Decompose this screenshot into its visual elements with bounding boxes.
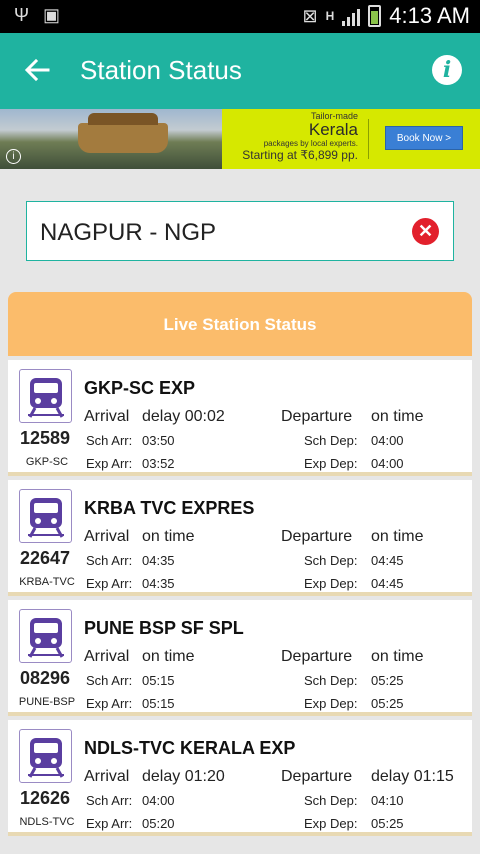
departure-status: delay 01:15	[371, 768, 454, 785]
info-button[interactable]: i	[432, 55, 462, 85]
page-title: Station Status	[80, 55, 242, 85]
exp-dep-time: 05:25	[371, 696, 404, 711]
arrival-label: Arrival	[84, 408, 130, 425]
ad-text: Tailor-made Kerala packages by local exp…	[228, 111, 358, 162]
train-route-code: GKP-SC	[25, 456, 69, 468]
departure-label: Departure	[281, 408, 353, 425]
network-type-icon: H	[325, 9, 335, 23]
info-icon: i	[442, 57, 452, 83]
train-card[interactable]: 22647 KRBA-TVC KRBA TVC EXPRES Arrival o…	[8, 480, 472, 596]
arrival-status: delay 01:20	[142, 768, 225, 785]
sch-dep-time: 05:25	[371, 673, 404, 688]
train-icon	[19, 489, 72, 543]
back-button[interactable]	[22, 55, 54, 87]
image-icon: ▣	[43, 5, 61, 25]
close-circle-icon: ✕	[417, 221, 434, 241]
train-route-code: NDLS-TVC	[19, 816, 75, 828]
exp-arr-label: Exp Arr:	[86, 456, 133, 471]
exp-dep-time: 04:00	[371, 456, 404, 471]
arrival-label: Arrival	[84, 768, 130, 785]
train-card[interactable]: 12589 GKP-SC GKP-SC EXP Arrival delay 00…	[8, 360, 472, 476]
arrival-status: delay 00:02	[142, 408, 225, 425]
ad-banner[interactable]: i Tailor-made Kerala packages by local e…	[0, 109, 480, 169]
train-icon	[19, 729, 72, 783]
departure-label: Departure	[281, 528, 353, 545]
clock: 4:13 AM	[389, 3, 470, 28]
exp-arr-time: 03:52	[142, 456, 175, 471]
arrow-left-icon	[24, 58, 50, 82]
ad-title: Kerala	[308, 120, 358, 139]
sch-arr-time: 04:00	[142, 793, 175, 808]
train-card[interactable]: 12626 NDLS-TVC NDLS-TVC KERALA EXP Arriv…	[8, 720, 472, 836]
exp-dep-label: Exp Dep:	[304, 576, 358, 591]
ad-divider	[368, 119, 369, 159]
sch-dep-time: 04:45	[371, 553, 404, 568]
ad-subtitle: packages by local experts.	[263, 139, 358, 148]
live-status-header: Live Station Status	[8, 292, 472, 356]
houseboat-image	[78, 113, 168, 153]
app-bar: Station Status i	[0, 33, 480, 109]
train-number: 12589	[20, 428, 71, 448]
departure-status: on time	[371, 528, 424, 545]
exp-arr-label: Exp Arr:	[86, 816, 133, 831]
arrival-label: Arrival	[84, 648, 130, 665]
train-name: NDLS-TVC KERALA EXP	[84, 738, 296, 758]
no-sim-icon: ⊠	[302, 5, 318, 26]
exp-arr-time: 04:35	[142, 576, 175, 591]
sch-dep-label: Sch Dep:	[304, 433, 358, 448]
book-now-button[interactable]: Book Now >	[385, 126, 463, 150]
exp-dep-time: 05:25	[371, 816, 404, 831]
train-route-code: KRBA-TVC	[19, 576, 75, 588]
station-search-field[interactable]: NAGPUR - NGP ✕	[26, 201, 454, 261]
sch-dep-label: Sch Dep:	[304, 793, 358, 808]
arrival-status: on time	[142, 528, 195, 545]
departure-status: on time	[371, 408, 424, 425]
sch-arr-label: Sch Arr:	[86, 793, 133, 808]
departure-label: Departure	[281, 768, 353, 785]
train-list[interactable]: 12589 GKP-SC GKP-SC EXP Arrival delay 00…	[8, 356, 472, 854]
status-bar: Ψ ▣ ⊠ H 4:13 AM	[0, 0, 480, 33]
signal-icon	[342, 6, 361, 26]
train-card[interactable]: 08296 PUNE-BSP PUNE BSP SF SPL Arrival o…	[8, 600, 472, 716]
sch-arr-time: 05:15	[142, 673, 175, 688]
sch-dep-label: Sch Dep:	[304, 553, 358, 568]
station-search-value: NAGPUR - NGP	[40, 219, 217, 246]
train-route-code: PUNE-BSP	[18, 696, 76, 708]
train-name: GKP-SC EXP	[84, 378, 196, 398]
ad-photo	[0, 109, 222, 169]
exp-dep-label: Exp Dep:	[304, 816, 358, 831]
clear-search-button[interactable]: ✕	[412, 218, 439, 245]
departure-label: Departure	[281, 648, 353, 665]
sch-dep-label: Sch Dep:	[304, 673, 358, 688]
exp-arr-label: Exp Arr:	[86, 696, 133, 711]
sch-arr-label: Sch Arr:	[86, 673, 133, 688]
exp-dep-label: Exp Dep:	[304, 456, 358, 471]
ad-info-icon[interactable]: i	[6, 149, 21, 164]
departure-status: on time	[371, 648, 424, 665]
arrival-status: on time	[142, 648, 195, 665]
train-number: 22647	[20, 548, 71, 568]
train-number: 08296	[20, 668, 71, 688]
usb-icon: Ψ	[14, 5, 30, 25]
sch-arr-label: Sch Arr:	[86, 433, 133, 448]
exp-arr-time: 05:20	[142, 816, 175, 831]
sch-arr-label: Sch Arr:	[86, 553, 133, 568]
exp-arr-label: Exp Arr:	[86, 576, 133, 591]
exp-arr-time: 05:15	[142, 696, 175, 711]
arrival-label: Arrival	[84, 528, 130, 545]
sch-arr-time: 03:50	[142, 433, 175, 448]
train-name: PUNE BSP SF SPL	[84, 618, 244, 638]
train-icon	[19, 369, 72, 423]
sch-dep-time: 04:00	[371, 433, 404, 448]
train-name: KRBA TVC EXPRES	[84, 498, 255, 518]
train-number: 12626	[20, 788, 71, 808]
sch-arr-time: 04:35	[142, 553, 175, 568]
exp-dep-label: Exp Dep:	[304, 696, 358, 711]
ad-price: Starting at ₹6,899 pp.	[242, 148, 358, 162]
sch-dep-time: 04:10	[371, 793, 404, 808]
train-icon	[19, 609, 72, 663]
battery-icon	[368, 5, 382, 27]
exp-dep-time: 04:45	[371, 576, 404, 591]
